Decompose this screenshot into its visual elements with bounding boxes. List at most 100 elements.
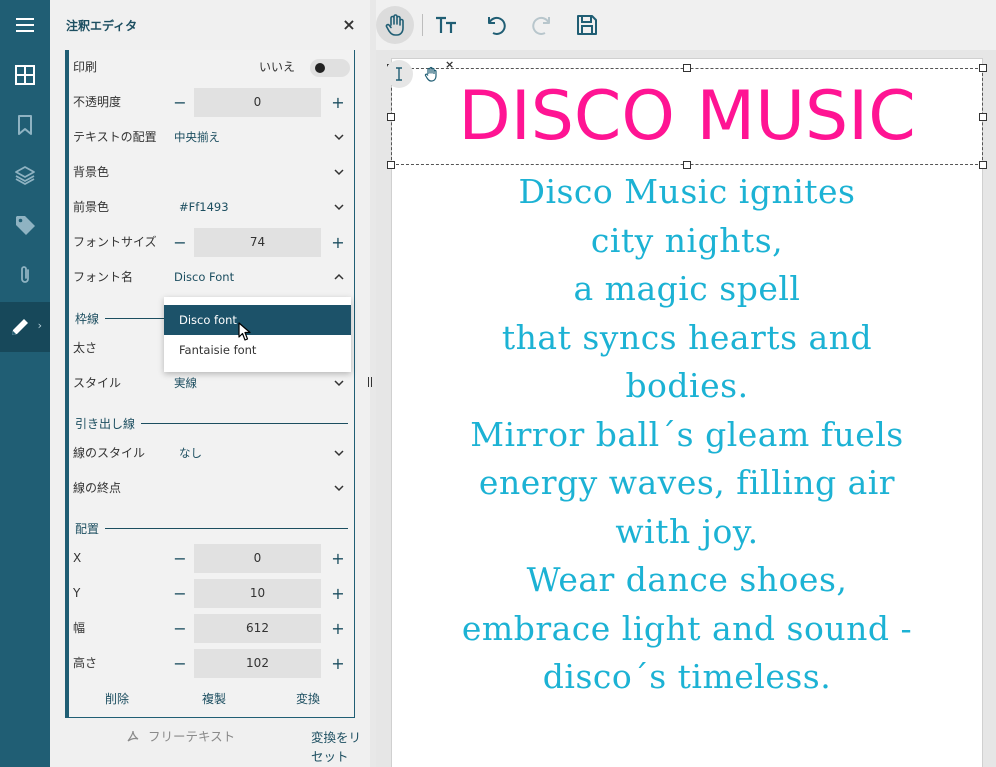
poem-line: Wear dance shoes, <box>526 560 848 599</box>
line-style-label: 線のスタイル <box>73 446 146 460</box>
opacity-row: 不透明度 − 0 + <box>69 85 354 120</box>
print-toggle[interactable] <box>310 59 350 77</box>
layers-icon[interactable] <box>0 150 50 200</box>
background-color-label: 背景色 <box>73 165 110 179</box>
save-icon[interactable] <box>568 6 606 44</box>
bookmark-icon[interactable] <box>0 100 50 150</box>
font-size-input[interactable]: 74 <box>194 228 321 257</box>
height-decrement-button[interactable]: − <box>173 654 187 673</box>
poem-line: bodies. <box>625 366 749 405</box>
border-section-label: 枠線 <box>75 310 106 327</box>
border-style-label: スタイル <box>73 376 122 390</box>
resize-handle[interactable] <box>979 113 987 121</box>
font-name-dropdown: Disco font Fantaisie font <box>164 297 351 372</box>
opacity-label: 不透明度 <box>73 95 122 109</box>
undo-icon[interactable] <box>477 6 515 44</box>
text-cursor-icon[interactable] <box>385 60 413 88</box>
annotation-edit-icon[interactable]: › <box>0 302 50 352</box>
line-end-row[interactable]: 線の終点 <box>69 471 354 506</box>
font-size-increment-button[interactable]: + <box>330 233 346 252</box>
panel-header: 注釈エディタ × <box>50 0 370 50</box>
foreground-color-row[interactable]: 前景色 #Ff1493 <box>69 190 354 225</box>
close-icon[interactable]: × <box>445 58 454 71</box>
thumbnails-icon[interactable] <box>0 50 50 100</box>
width-input[interactable]: 612 <box>194 614 321 643</box>
chevron-up-icon <box>334 273 344 280</box>
foreground-color-value: #Ff1493 <box>179 200 229 214</box>
x-increment-button[interactable]: + <box>330 549 346 568</box>
x-label: X <box>73 551 82 565</box>
toolbar <box>376 0 996 50</box>
poem-line: Disco Music ignites <box>518 172 856 211</box>
opacity-input[interactable]: 0 <box>194 88 321 117</box>
chevron-down-icon <box>334 169 344 176</box>
y-input[interactable]: 10 <box>194 579 321 608</box>
annotation-selection-box[interactable] <box>387 64 987 169</box>
x-input[interactable]: 0 <box>194 544 321 573</box>
panel-title: 注釈エディタ <box>66 18 138 33</box>
reset-transform-link[interactable]: 変換をリセット <box>311 727 370 765</box>
text-align-row[interactable]: テキストの配置 中央揃え <box>69 120 354 155</box>
opacity-decrement-button[interactable]: − <box>173 93 187 112</box>
y-decrement-button[interactable]: − <box>173 584 187 603</box>
splitter-grip-icon[interactable] <box>367 377 373 389</box>
print-value: いいえ <box>259 60 296 74</box>
width-decrement-button[interactable]: − <box>173 619 187 638</box>
poem-line: city nights, <box>590 220 784 260</box>
leader-line-section-label: 引き出し線 <box>75 415 142 432</box>
font-name-value: Disco Font <box>174 270 235 284</box>
toolbar-separator <box>422 14 423 36</box>
y-label: Y <box>73 586 81 600</box>
chevron-down-icon <box>334 134 344 141</box>
text-size-icon[interactable] <box>427 6 465 44</box>
font-name-label: フォント名 <box>73 270 134 284</box>
background-color-row[interactable]: 背景色 <box>69 155 354 190</box>
resize-handle[interactable] <box>979 161 987 169</box>
thickness-label: 太さ <box>73 341 98 355</box>
menu-icon[interactable] <box>0 0 50 50</box>
font-option[interactable]: Disco font <box>164 305 351 335</box>
y-increment-button[interactable]: + <box>330 584 346 603</box>
mouse-cursor-icon <box>238 322 251 341</box>
height-row: 高さ − 102 + <box>69 646 354 681</box>
pan-hand-icon[interactable] <box>376 6 414 44</box>
resize-handle[interactable] <box>683 161 691 169</box>
height-increment-button[interactable]: + <box>330 654 346 673</box>
resize-handle[interactable] <box>979 64 987 72</box>
resize-handle[interactable] <box>683 64 691 72</box>
print-row: 印刷 いいえ <box>69 50 354 85</box>
poem-line: that syncs hearts and <box>501 317 873 357</box>
height-input[interactable]: 102 <box>194 649 321 678</box>
y-row: Y − 10 + <box>69 576 354 611</box>
tag-icon[interactable] <box>0 200 50 250</box>
opacity-increment-button[interactable]: + <box>330 93 346 112</box>
width-increment-button[interactable]: + <box>330 619 346 638</box>
poem-line: disco´s timeless. <box>542 657 832 696</box>
text-align-label: テキストの配置 <box>73 130 157 144</box>
redo-icon[interactable] <box>523 6 561 44</box>
pdf-annot-icon <box>127 730 139 742</box>
line-style-value: なし <box>179 446 202 460</box>
chevron-down-icon <box>334 380 344 387</box>
resize-handle[interactable] <box>387 161 395 169</box>
move-hand-icon[interactable] <box>417 60 445 88</box>
properties-list: 印刷 いいえ 不透明度 − 0 + テキストの配置 中央揃え 背景色 前景色 #… <box>65 50 355 718</box>
chevron-down-icon <box>334 450 344 457</box>
chevron-down-icon <box>334 204 344 211</box>
font-option[interactable]: Fantaisie font <box>164 335 351 365</box>
x-decrement-button[interactable]: − <box>173 549 187 568</box>
close-icon[interactable]: × <box>340 15 358 34</box>
line-style-row[interactable]: 線のスタイル なし <box>69 436 354 471</box>
delete-button[interactable]: 削除 <box>105 690 129 707</box>
free-text-label: フリーテキスト <box>126 726 235 745</box>
font-size-row: フォントサイズ − 74 + <box>69 225 354 260</box>
duplicate-button[interactable]: 複製 <box>202 690 226 707</box>
font-size-decrement-button[interactable]: − <box>173 233 187 252</box>
resize-handle[interactable] <box>387 113 395 121</box>
x-row: X − 0 + <box>69 541 354 576</box>
width-row: 幅 − 612 + <box>69 611 354 646</box>
font-name-row[interactable]: フォント名 Disco Font <box>69 260 354 295</box>
font-size-label: フォントサイズ <box>73 235 157 249</box>
attachment-icon[interactable] <box>0 250 50 300</box>
transform-button[interactable]: 変換 <box>296 690 320 707</box>
